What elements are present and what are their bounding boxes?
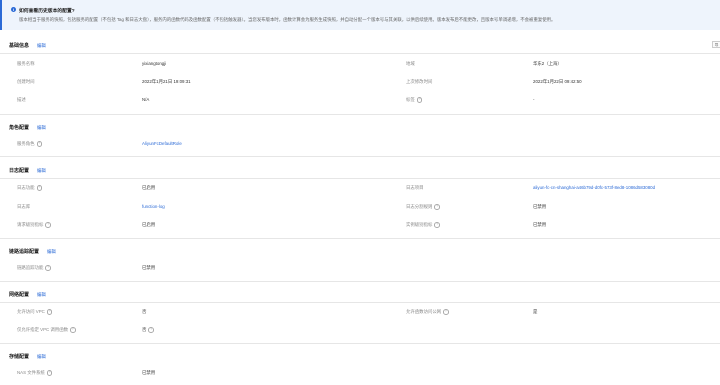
role-label-text: 服务角色 <box>17 141 35 146</box>
only-vpc-label: 仅允许指定 VPC 调用函数? <box>17 327 76 333</box>
vpc-label-text: 允许访问 VPC <box>17 309 45 314</box>
req-metric-label: 请求级别指标? <box>17 222 51 228</box>
section-title-text: 基础信息 <box>9 43 30 49</box>
req-metric-label-text: 请求级别指标 <box>17 222 44 227</box>
log-store-label: 日志库 <box>17 204 31 209</box>
divider <box>0 156 720 157</box>
divider <box>0 281 720 282</box>
edit-basic-link[interactable]: 编辑 <box>37 43 46 48</box>
divider <box>0 302 720 303</box>
internet-label: 允许函数访问公网? <box>406 309 449 315</box>
section-network-title: 网络配置 编辑 <box>9 291 46 298</box>
desc-label: 描述 <box>17 97 26 102</box>
info-notice: i 如何查看历史版本的配置? 版本相当于服务的快照，包括服务的配置（不包括 Ta… <box>0 0 720 30</box>
log-func-value: 已启用 <box>142 185 156 190</box>
edit-trace-link[interactable]: 编辑 <box>47 249 56 254</box>
inst-metric-label: 实例级别指标? <box>406 222 440 228</box>
divider <box>0 238 720 239</box>
edit-network-link[interactable]: 编辑 <box>37 292 46 297</box>
log-func-label: 日志功能? <box>17 185 43 191</box>
help-icon[interactable]: ? <box>36 185 43 191</box>
section-trace-title: 链路追踪配置 编辑 <box>9 248 56 255</box>
log-project-link[interactable]: aliyun-fc-cn-shanghai-a46b79d-d0fc-573f-… <box>533 185 655 190</box>
notice-body: 版本相当于服务的快照，包括服务的配置（不包括 Tag 和日志大盘），服务内的函数… <box>19 17 556 22</box>
modified-label: 上次修改时间 <box>406 79 433 84</box>
tags-label: 标签? <box>406 97 423 103</box>
only-vpc-value-text: 否 <box>142 327 147 332</box>
tags-label-text: 标签 <box>406 97 415 102</box>
only-vpc-label-text: 仅允许指定 VPC 调用函数 <box>17 327 68 332</box>
modified-value: 2022年1月22日 09:42:50 <box>533 79 582 84</box>
section-role-title: 角色配置 编辑 <box>9 124 46 131</box>
trace-label-text: 链路追踪功能 <box>17 265 44 270</box>
created-label: 创建时间 <box>17 79 35 84</box>
log-split-label: 日志分割规则? <box>406 204 440 210</box>
only-vpc-value: 否? <box>142 327 154 333</box>
section-basic-title: 基础信息 编辑 <box>9 42 46 49</box>
help-icon[interactable]: ? <box>416 97 423 103</box>
log-func-label-text: 日志功能 <box>17 185 35 190</box>
internet-label-text: 允许函数访问公网 <box>406 309 442 314</box>
section-storage-title: 存储配置 编辑 <box>9 353 46 360</box>
help-icon[interactable]: ? <box>434 222 440 228</box>
section-title-text: 链路追踪配置 <box>9 249 40 255</box>
log-split-label-text: 日志分割规则 <box>406 204 433 209</box>
log-store-link[interactable]: function-log <box>142 204 165 209</box>
created-value: 2022年1月21日 19:09:31 <box>142 79 191 84</box>
help-icon[interactable]: ? <box>46 370 53 376</box>
help-icon[interactable]: ? <box>443 309 449 315</box>
section-title-text: 日志配置 <box>9 168 30 174</box>
section-title-text: 存储配置 <box>9 354 30 360</box>
region-value: 华东2（上海） <box>533 61 562 66</box>
trace-value: 已禁用 <box>142 265 156 270</box>
side-tab-button[interactable]: 导 <box>712 41 720 48</box>
log-project-label: 日志项目 <box>406 185 424 190</box>
service-name-label: 服务名称 <box>17 61 35 66</box>
help-icon[interactable]: ? <box>46 309 53 315</box>
req-metric-value: 已启用 <box>142 222 156 227</box>
divider <box>0 114 720 115</box>
region-label: 地域 <box>406 61 415 66</box>
role-label: 服务角色? <box>17 141 43 147</box>
inst-metric-value: 已禁用 <box>533 222 547 227</box>
help-icon[interactable]: ? <box>36 141 43 147</box>
info-icon: i <box>11 7 16 12</box>
help-icon[interactable]: ? <box>45 265 51 271</box>
vpc-value: 否 <box>142 309 147 314</box>
section-title-text: 角色配置 <box>9 125 30 131</box>
help-icon[interactable]: ? <box>69 327 76 333</box>
internet-value: 是 <box>533 309 538 314</box>
section-log-title: 日志配置 编辑 <box>9 167 46 174</box>
edit-role-link[interactable]: 编辑 <box>37 125 46 130</box>
service-name-value: yixiangtongji <box>142 61 167 66</box>
nas-label: NAS 文件系统? <box>17 370 53 376</box>
trace-label: 链路追踪功能? <box>17 265 51 271</box>
nas-label-text: NAS 文件系统 <box>17 370 45 375</box>
notice-title: 如何查看历史版本的配置? <box>19 9 75 14</box>
divider <box>0 53 720 54</box>
divider <box>0 178 720 179</box>
vpc-label: 允许访问 VPC? <box>17 309 53 315</box>
role-link[interactable]: AliyunFcDefaultRole <box>142 141 182 146</box>
divider <box>0 343 720 344</box>
inst-metric-label-text: 实例级别指标 <box>406 222 433 227</box>
section-title-text: 网络配置 <box>9 292 30 298</box>
nas-value: 已禁用 <box>142 370 156 375</box>
tags-value: - <box>533 97 535 102</box>
help-icon[interactable]: ? <box>434 204 440 210</box>
log-split-value: 已禁用 <box>533 204 547 209</box>
edit-storage-link[interactable]: 编辑 <box>37 354 46 359</box>
desc-value: N/A <box>142 97 150 102</box>
edit-log-link[interactable]: 编辑 <box>37 168 46 173</box>
help-icon[interactable]: ? <box>45 222 51 228</box>
help-icon[interactable]: ? <box>148 327 154 333</box>
